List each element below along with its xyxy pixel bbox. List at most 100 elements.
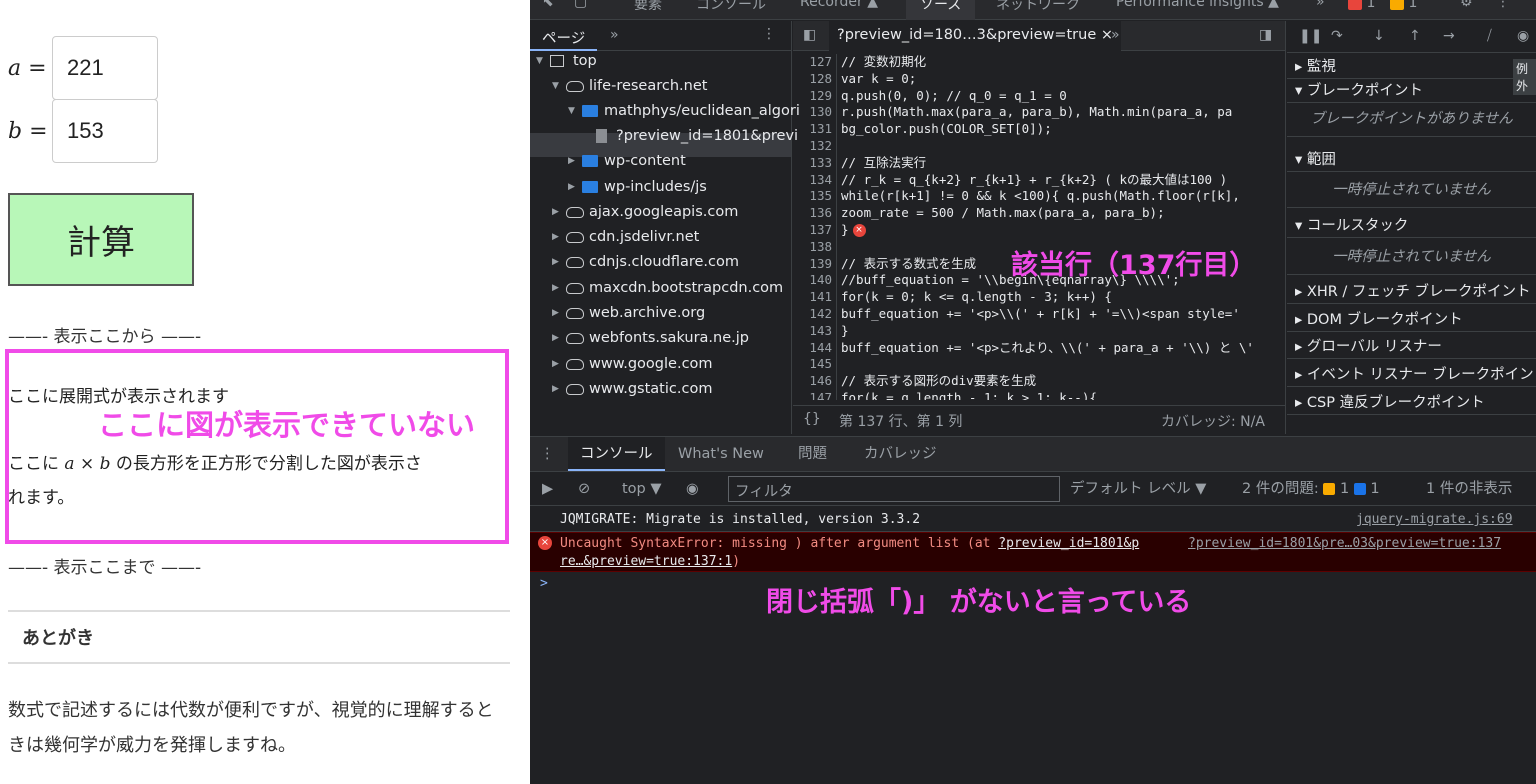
step-out-icon[interactable]: ↑ xyxy=(1409,28,1421,44)
tree-item[interactable]: ▶ wp-includes/js xyxy=(568,179,707,195)
error-inline-link[interactable]: ?preview_id=1801&p xyxy=(998,536,1139,551)
collapse-arrow-icon[interactable]: ▶ xyxy=(552,359,566,369)
more-tabs-icon[interactable]: » xyxy=(1316,0,1325,10)
code-line[interactable]: 145 xyxy=(793,356,1286,374)
line-number[interactable]: 132 xyxy=(793,138,837,155)
tree-item[interactable]: ▶ web.archive.org xyxy=(552,305,705,321)
breakpoints-section[interactable]: ▾ ブレークポイント xyxy=(1287,79,1536,103)
console-prompt[interactable]: > xyxy=(540,576,560,591)
input-a[interactable]: 221 xyxy=(52,36,158,100)
tab-recorder[interactable]: Recorder ▲ xyxy=(800,0,878,10)
collapse-arrow-icon[interactable]: ▶ xyxy=(552,283,566,293)
sidebar-toggle-icon[interactable]: ▶ xyxy=(542,472,553,506)
pretty-print-icon[interactable]: {} xyxy=(803,411,821,427)
code-line[interactable]: 143} xyxy=(793,322,1286,340)
tab-console[interactable]: コンソール xyxy=(696,0,766,14)
tree-item[interactable]: ?preview_id=1801&previ xyxy=(596,128,798,144)
eye-icon[interactable]: ◉ xyxy=(686,472,699,506)
error-source-link[interactable]: ?preview_id=1801&pre…03&preview=true:137 xyxy=(1188,536,1501,551)
line-number[interactable]: 131 xyxy=(793,121,837,138)
tab-network[interactable]: ネットワーク xyxy=(996,0,1080,14)
line-number[interactable]: 146 xyxy=(793,373,837,390)
code-line[interactable]: 129 q.push(0, 0); // q_0 = q_1 = 0 xyxy=(793,87,1286,105)
gear-icon[interactable]: ⚙ xyxy=(1460,0,1473,10)
issues-counter[interactable]: 2 件の問題: 1 1 xyxy=(1242,472,1380,506)
line-number[interactable]: 147 xyxy=(793,390,837,400)
step-over-icon[interactable]: ↷ xyxy=(1331,28,1343,44)
calc-button[interactable]: 計算 xyxy=(8,193,194,286)
navigator-menu-icon[interactable]: ⋮ xyxy=(762,26,776,42)
line-number[interactable]: 127 xyxy=(793,54,837,71)
code-line[interactable]: 147 for(k = q.length - 1; k > 1; k--){ xyxy=(793,390,1286,400)
event-listener-breakpoints-section[interactable]: ▸ イベント リスナー ブレークポイン xyxy=(1287,363,1536,387)
code-line[interactable]: 128 var k = 0; xyxy=(793,70,1286,88)
log-level-select[interactable]: デフォルト レベル ▼ xyxy=(1070,472,1206,506)
line-number[interactable]: 138 xyxy=(793,238,837,256)
step-into-icon[interactable]: ↓ xyxy=(1373,28,1385,44)
line-number[interactable]: 145 xyxy=(793,356,837,374)
line-number[interactable]: 129 xyxy=(793,87,837,105)
line-number[interactable]: 143 xyxy=(793,322,837,340)
tab-issues[interactable]: 問題 xyxy=(798,437,827,471)
csp-breakpoints-section[interactable]: ▸ CSP 違反ブレークポイント xyxy=(1287,391,1536,415)
line-number[interactable]: 128 xyxy=(793,70,837,88)
code-line[interactable]: 142 buff_equation += '<p>\\(' + r[k] + '=… xyxy=(793,306,1286,323)
tab-whats-new[interactable]: What's New xyxy=(678,437,764,471)
scope-section[interactable]: ▾ 範囲 xyxy=(1287,148,1536,172)
tab-elements[interactable]: 要素 xyxy=(634,0,662,14)
tree-item[interactable]: ▼ mathphys/euclidean_algori xyxy=(568,103,800,119)
pause-on-exceptions-icon[interactable]: ◉ xyxy=(1517,28,1529,44)
error-badge[interactable]: 1 xyxy=(1348,0,1375,11)
code-line[interactable]: 144 buff_equation += '<p>これより、\\(' + para… xyxy=(793,339,1286,357)
code-line[interactable]: 141 for(k = 0; k <= q.length - 3; k++) { xyxy=(793,289,1286,306)
toggle-debugger-icon[interactable]: ◨ xyxy=(1259,27,1272,43)
expand-arrow-icon[interactable]: ▼ xyxy=(536,56,550,66)
code-line[interactable]: 133// 互除法実行 xyxy=(793,154,1286,172)
dom-breakpoints-section[interactable]: ▸ DOM ブレークポイント xyxy=(1287,308,1536,332)
global-listeners-section[interactable]: ▸ グローバル リスナー xyxy=(1287,335,1536,359)
collapse-arrow-icon[interactable]: ▶ xyxy=(552,207,566,217)
line-number[interactable]: 141 xyxy=(793,289,837,306)
call-stack-section[interactable]: ▾ コールスタック xyxy=(1287,214,1536,238)
toggle-navigator-icon[interactable]: ◧ xyxy=(803,27,816,43)
inspect-icon[interactable]: ⬉ xyxy=(542,0,554,10)
line-number[interactable]: 142 xyxy=(793,306,837,323)
code-line[interactable]: 127 // 変数初期化 xyxy=(793,54,1286,71)
line-number[interactable]: 135 xyxy=(793,188,837,206)
tab-console-drawer[interactable]: コンソール xyxy=(568,437,665,471)
code-line[interactable]: 130 r.push(Math.max(para_a, para_b), Math… xyxy=(793,104,1286,122)
tab-performance-insights[interactable]: Performance insights ▲ xyxy=(1116,0,1279,10)
expand-arrow-icon[interactable]: ▼ xyxy=(552,81,566,91)
code-line[interactable]: 136 zoom_rate = 500 / Math.max(para_a, pa… xyxy=(793,205,1286,222)
tree-item[interactable]: ▶ cdn.jsdelivr.net xyxy=(552,229,699,245)
watch-section[interactable]: ▸ 監視 xyxy=(1287,55,1536,79)
warning-badge[interactable]: 1 xyxy=(1390,0,1417,11)
code-line[interactable]: 134// r_k = q_{k+2} r_{k+1} + r_{k+2} ( … xyxy=(793,171,1286,189)
line-number[interactable]: 136 xyxy=(793,205,837,222)
code-line[interactable]: 146// 表示する図形のdiv要素を生成 xyxy=(793,373,1286,390)
tree-item[interactable]: ▶ www.google.com xyxy=(552,356,713,372)
tree-item[interactable]: ▶ webfonts.sakura.ne.jp xyxy=(552,330,749,346)
tree-item[interactable]: ▶ wp-content xyxy=(568,153,686,169)
context-selector[interactable]: top ▼ xyxy=(622,472,662,506)
tab-pages[interactable]: ページ xyxy=(530,21,598,51)
collapse-arrow-icon[interactable]: ▶ xyxy=(552,308,566,318)
line-number[interactable]: 130 xyxy=(793,104,837,122)
console-filter-input[interactable]: フィルタ xyxy=(728,476,1060,502)
line-number[interactable]: 133 xyxy=(793,154,837,172)
xhr-breakpoints-section[interactable]: ▸ XHR / フェッチ ブレークポイント xyxy=(1287,280,1536,304)
tab-sources[interactable]: ソース xyxy=(906,0,976,20)
line-number[interactable]: 137 xyxy=(793,222,837,239)
pause-icon[interactable]: ❚❚ xyxy=(1299,28,1322,44)
tree-item[interactable]: ▼ top xyxy=(536,53,597,69)
code-line[interactable]: 131 bg_color.push(COLOR_SET[0]); xyxy=(793,121,1286,138)
line-number[interactable]: 139 xyxy=(793,255,837,273)
tree-item[interactable]: ▶ cdnjs.cloudflare.com xyxy=(552,254,739,270)
code-area[interactable]: 127// 変数初期化 128 var k = 0; 129 q.push(0, 0);… xyxy=(793,54,1286,400)
input-b[interactable]: 153 xyxy=(52,99,158,163)
device-toggle-icon[interactable]: ▢ xyxy=(574,0,587,10)
more-files-icon[interactable]: » xyxy=(1111,27,1120,43)
tab-coverage[interactable]: カバレッジ xyxy=(864,437,937,471)
collapse-arrow-icon[interactable]: ▶ xyxy=(552,384,566,394)
collapse-arrow-icon[interactable]: ▶ xyxy=(568,156,582,166)
